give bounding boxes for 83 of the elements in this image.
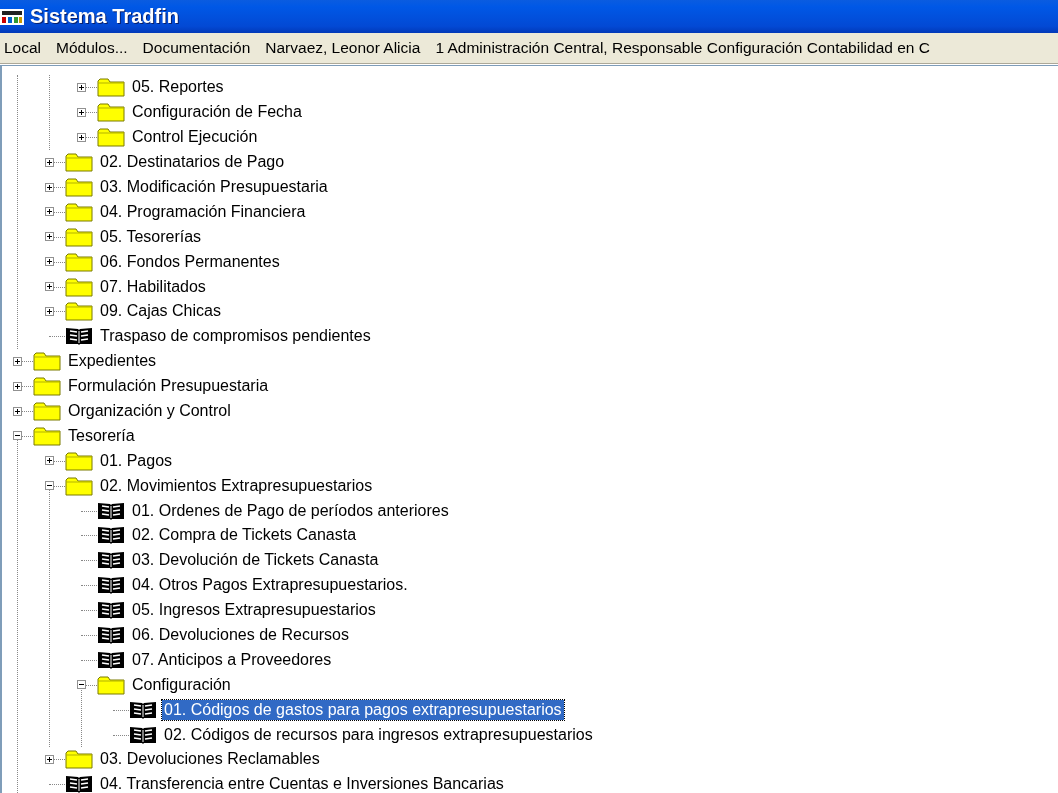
tree-item[interactable]: Configuración [130, 674, 233, 695]
expand-toggle[interactable] [76, 107, 86, 117]
folder-icon [33, 351, 61, 372]
expand-toggle[interactable] [44, 232, 54, 242]
expand-toggle[interactable] [44, 755, 54, 764]
book-icon [97, 575, 125, 596]
window-title: Sistema Tradfin [30, 5, 179, 28]
tree-item[interactable]: 02. Compra de Tickets Canasta [130, 525, 359, 546]
folder-icon [97, 674, 125, 695]
folder-icon [97, 77, 125, 98]
tree-item[interactable]: 03. Devolución de Tickets Canasta [130, 550, 381, 571]
tree-item[interactable]: 07. Anticipos a Proveedores [130, 649, 334, 670]
folder-icon [65, 475, 93, 496]
tree-item[interactable]: Formulación Presupuestaria [66, 376, 271, 397]
expand-toggle[interactable] [12, 356, 22, 366]
expand-toggle[interactable] [44, 182, 54, 192]
collapse-toggle[interactable] [76, 680, 86, 690]
book-icon [65, 326, 93, 347]
folder-icon [33, 401, 61, 421]
tree-item[interactable]: 04. Otros Pagos Extrapresupuestarios. [130, 575, 410, 596]
expand-toggle[interactable] [12, 406, 22, 416]
tree-item[interactable]: Expedientes [66, 351, 159, 372]
tree-item[interactable]: 05. Reportes [130, 77, 226, 98]
tree-item[interactable]: 07. Habilitados [98, 276, 208, 297]
folder-icon [65, 152, 93, 173]
tree-item[interactable]: 02. Movimientos Extrapresupuestarios [98, 475, 375, 496]
app-icon [0, 7, 24, 26]
tree-item[interactable]: 03. Devoluciones Reclamables [98, 749, 322, 770]
tree-item[interactable]: 01. Ordenes de Pago de períodos anteriores [130, 500, 451, 521]
tree-item[interactable]: 01. Códigos de gastos para pagos extrapresupuestarios [162, 699, 564, 720]
book-icon [97, 500, 125, 521]
tree-item[interactable]: 01. Pagos [98, 450, 175, 471]
folder-icon [97, 127, 125, 148]
folder-icon [65, 276, 93, 297]
tree-item[interactable]: Traspaso de compromisos pendientes [98, 326, 373, 347]
folder-icon [65, 177, 93, 197]
tree-item[interactable]: Tesorería [66, 425, 137, 446]
book-icon [97, 550, 125, 571]
folder-icon [65, 749, 93, 770]
expand-toggle[interactable] [44, 207, 54, 217]
expand-toggle[interactable] [44, 282, 54, 292]
tree-item[interactable]: 02. Códigos de recursos para ingresos extrapresupuestarios [162, 724, 595, 745]
book-icon [97, 525, 125, 546]
tree-item[interactable]: 04. Transferencia entre Cuentas e Inversiones Bancarias [98, 774, 506, 793]
book-icon [65, 774, 93, 793]
folder-icon [65, 251, 93, 272]
menu-item[interactable]: Local [0, 39, 46, 57]
collapse-toggle[interactable] [12, 431, 22, 441]
tree-item[interactable]: 06. Fondos Permanentes [98, 251, 282, 272]
folder-icon [65, 201, 93, 222]
tree-item[interactable]: 05. Tesorerías [98, 226, 204, 247]
expand-toggle[interactable] [44, 456, 54, 466]
tree-item[interactable]: 04. Programación Financiera [98, 201, 308, 222]
tree-item[interactable]: 09. Cajas Chicas [98, 301, 223, 322]
menu-item[interactable]: Narvaez, Leonor Alicia [261, 39, 425, 57]
expand-toggle[interactable] [76, 132, 86, 142]
book-icon [129, 724, 157, 745]
expand-toggle[interactable] [76, 82, 86, 92]
folder-icon [65, 226, 93, 247]
folder-icon [65, 450, 93, 471]
folder-icon [97, 102, 125, 123]
expand-toggle[interactable] [12, 381, 22, 391]
expand-toggle[interactable] [44, 157, 54, 167]
book-icon [97, 625, 125, 646]
folder-icon [33, 425, 61, 446]
tree-item[interactable]: 06. Devoluciones de Recursos [130, 625, 351, 646]
book-icon [97, 600, 125, 621]
menu-item[interactable]: Documentación [138, 39, 255, 57]
book-icon [97, 649, 125, 670]
expand-toggle[interactable] [44, 306, 54, 316]
folder-icon [65, 301, 93, 322]
menu-item[interactable]: 1 Administración Central, Responsable Configuración Contabilidad en C [431, 39, 934, 57]
book-icon [129, 699, 157, 720]
tree-item[interactable]: 02. Destinatarios de Pago [98, 152, 287, 173]
expand-toggle[interactable] [44, 257, 54, 267]
tree-item[interactable]: Configuración de Fecha [130, 102, 304, 123]
menu-item[interactable]: Módulos... [52, 39, 132, 57]
tree-item[interactable]: 05. Ingresos Extrapresupuestarios [130, 600, 378, 621]
tree-item[interactable]: 03. Modificación Presupuestaria [98, 177, 330, 197]
collapse-toggle[interactable] [44, 481, 54, 491]
folder-icon [33, 376, 61, 397]
tree-item[interactable]: Control Ejecución [130, 127, 260, 148]
tree-item[interactable]: Organización y Control [66, 401, 233, 421]
